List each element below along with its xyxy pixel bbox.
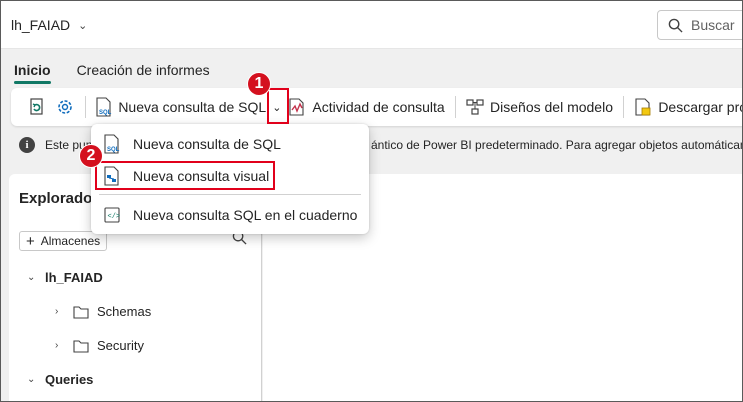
sql-file-icon: SQL xyxy=(104,134,120,154)
callout-highlight-dropdown-toggle xyxy=(267,88,289,124)
new-sql-query-label: Nueva consulta de SQL xyxy=(118,99,267,115)
callout-badge-step1: 1 xyxy=(247,72,271,96)
menu-item-label: Nueva consulta SQL en el cuaderno xyxy=(133,207,358,223)
model-diagram-icon xyxy=(466,99,484,115)
callout-highlight-visual-query xyxy=(95,161,275,190)
tree-item-label: lh_FAIAD xyxy=(45,270,103,285)
tree-item-security[interactable]: › Security xyxy=(55,338,144,353)
settings-button[interactable] xyxy=(51,92,79,122)
svg-text:</>: </> xyxy=(108,213,121,221)
download-label: Descargar pro xyxy=(658,99,743,115)
search-placeholder: Buscar xyxy=(691,17,735,33)
sql-file-icon: SQL xyxy=(96,97,112,117)
search-box[interactable]: Buscar xyxy=(657,10,742,40)
tree-item-label: Schemas xyxy=(97,304,152,319)
chevron-down-icon: ⌄ xyxy=(27,374,36,385)
chevron-right-icon: › xyxy=(55,340,59,351)
folder-icon xyxy=(73,305,89,319)
info-text-right: ántico de Power BI predeterminado. Para … xyxy=(371,138,743,152)
activity-icon xyxy=(289,98,304,116)
callout-badge-step2: 2 xyxy=(79,144,103,168)
tab-creacion-informes[interactable]: Creación de informes xyxy=(77,62,210,84)
menu-item-new-sql-notebook[interactable]: </> Nueva consulta SQL en el cuaderno xyxy=(103,206,357,224)
download-file-icon xyxy=(635,98,651,116)
info-icon: i xyxy=(19,137,35,153)
menu-item-label: Nueva consulta de SQL xyxy=(133,136,281,152)
download-button[interactable]: Descargar pro xyxy=(629,92,743,122)
model-designs-label: Diseños del modelo xyxy=(490,99,613,115)
model-designs-button[interactable]: Diseños del modelo xyxy=(461,92,617,122)
plus-icon: + xyxy=(26,232,35,250)
chevron-right-icon: › xyxy=(55,306,59,317)
menu-item-new-sql-query[interactable]: SQL Nueva consulta de SQL xyxy=(103,134,281,154)
workspace-title: lh_FAIAD xyxy=(11,17,71,33)
tab-inicio[interactable]: Inicio xyxy=(14,62,51,84)
explorer-title: Explorado xyxy=(19,190,93,207)
notebook-code-icon: </> xyxy=(104,207,121,223)
refresh-button[interactable] xyxy=(23,92,51,122)
tree-item-lh-faiad[interactable]: ⌄ lh_FAIAD xyxy=(27,270,103,285)
title-bar: lh_FAIAD ⌄ Buscar xyxy=(1,1,742,49)
workspace-selector[interactable]: lh_FAIAD ⌄ xyxy=(11,17,87,33)
refresh-icon xyxy=(30,98,43,115)
new-sql-query-button[interactable]: SQL Nueva consulta de SQL xyxy=(91,92,270,122)
app-window: lh_FAIAD ⌄ Buscar Inicio Creación de inf… xyxy=(0,0,743,402)
query-activity-label: Actividad de consulta xyxy=(312,99,445,115)
search-icon xyxy=(668,18,683,33)
chevron-down-icon: ⌄ xyxy=(27,272,36,283)
chevron-down-icon: ⌄ xyxy=(78,19,88,32)
ribbon-toolbar: SQL Nueva consulta de SQL ⌄ Actividad de… xyxy=(11,88,743,126)
warehouses-label: Almacenes xyxy=(40,234,101,248)
tree-item-label: Security xyxy=(97,338,144,353)
tree-item-label: Queries xyxy=(45,372,94,387)
tree-item-queries[interactable]: ⌄ Queries xyxy=(27,372,93,387)
query-activity-button[interactable]: Actividad de consulta xyxy=(283,92,448,122)
ribbon-tabs: Inicio Creación de informes xyxy=(1,50,742,84)
folder-icon xyxy=(73,339,89,353)
gear-icon xyxy=(58,100,72,114)
tree-item-schemas[interactable]: › Schemas xyxy=(55,304,151,319)
svg-text:SQL: SQL xyxy=(107,147,120,153)
svg-text:SQL: SQL xyxy=(99,110,112,116)
add-warehouses-button[interactable]: + Almacenes xyxy=(19,231,108,251)
menu-divider xyxy=(99,194,361,195)
